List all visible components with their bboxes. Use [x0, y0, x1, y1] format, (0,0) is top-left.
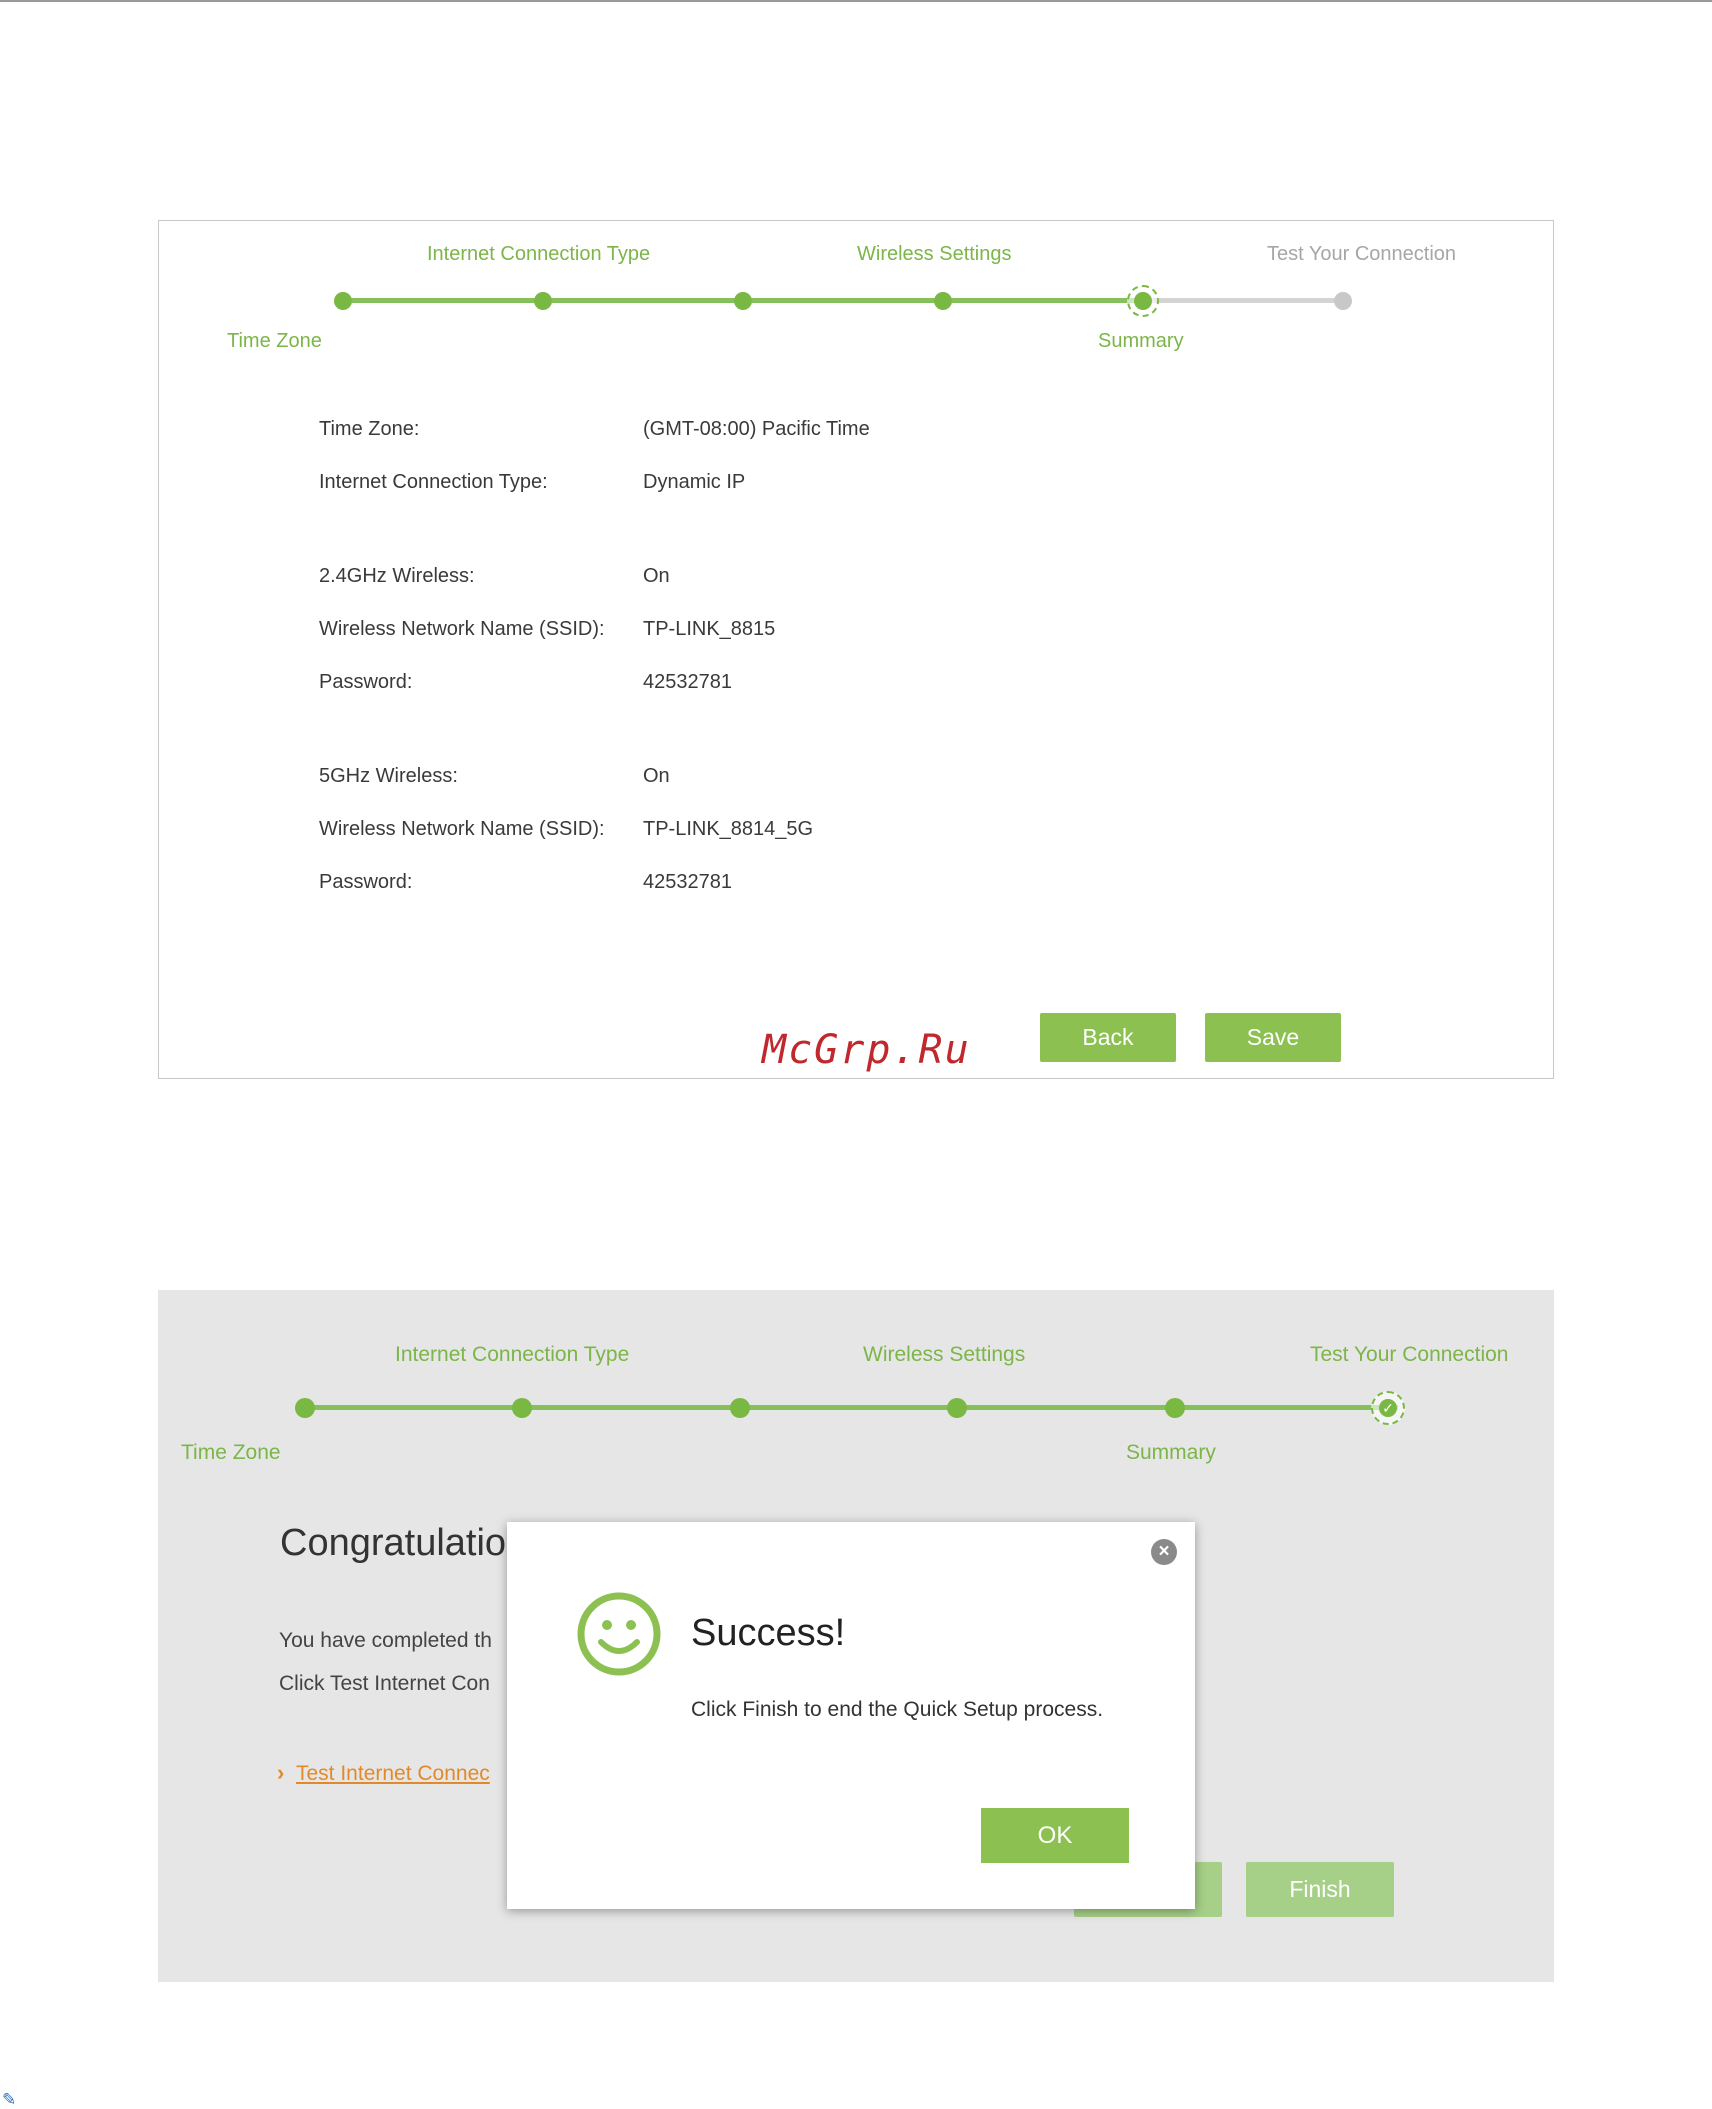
row-label-5ghz-ssid: Wireless Network Name (SSID): — [319, 818, 605, 840]
ok-button[interactable]: OK — [981, 1808, 1129, 1863]
row-label-5ghz-password: Password: — [319, 871, 413, 893]
step-label-test-your-connection: Test Your Connection — [1310, 1343, 1509, 1366]
step-label-internet-connection-type: Internet Connection Type — [395, 1343, 630, 1366]
step-label-summary: Summary — [1098, 330, 1184, 352]
step-label-test-your-connection: Test Your Connection — [1267, 243, 1457, 265]
check-icon: ✓ — [1382, 1400, 1394, 1416]
step-progress-remaining — [1143, 298, 1343, 303]
step-label-time-zone: Time Zone — [227, 330, 322, 352]
quick-setup-summary-panel: Internet Connection Type Wireless Settin… — [158, 220, 1554, 1079]
close-icon[interactable]: × — [1151, 1539, 1177, 1565]
step-dot-internet-connection-type[interactable] — [534, 292, 552, 310]
step-dot-intermediate[interactable] — [734, 292, 752, 310]
step-dot-summary[interactable] — [1165, 1398, 1185, 1418]
row-label-24ghz-ssid: Wireless Network Name (SSID): — [319, 618, 605, 640]
step-label-summary: Summary — [1126, 1441, 1216, 1464]
chevron-right-icon: › — [277, 1760, 285, 1785]
row-value-24ghz-wireless: On — [643, 565, 670, 587]
row-label-connection-type: Internet Connection Type: — [319, 471, 548, 493]
step-label-wireless-settings: Wireless Settings — [863, 1343, 1026, 1366]
step-label-internet-connection-type: Internet Connection Type — [427, 243, 651, 265]
step-label-time-zone: Time Zone — [181, 1441, 281, 1464]
finish-button[interactable]: Finish — [1246, 1862, 1394, 1917]
row-value-5ghz-password: 42532781 — [643, 871, 732, 893]
test-internet-connection-link[interactable]: Test Internet Connec — [296, 1762, 490, 1786]
row-value-5ghz-wireless: On — [643, 765, 670, 787]
back-button[interactable]: Back — [1040, 1013, 1176, 1062]
row-value-24ghz-ssid: TP-LINK_8815 — [643, 618, 776, 640]
step-dot-internet-connection-type[interactable] — [512, 1398, 532, 1418]
congratulations-heading: Congratulatio — [280, 1522, 507, 1564]
row-value-connection-type: Dynamic IP — [643, 471, 746, 493]
dialog-message: Click Finish to end the Quick Setup proc… — [691, 1698, 1104, 1721]
row-value-time-zone: (GMT-08:00) Pacific Time — [643, 418, 870, 440]
page-top-rule — [0, 0, 1712, 2]
instruction-text: Click Test Internet Con — [279, 1672, 490, 1695]
row-label-5ghz-wireless: 5GHz Wireless: — [319, 765, 458, 787]
watermark-text: McGrp.Ru — [762, 1027, 971, 1073]
step-dot-time-zone[interactable] — [334, 292, 352, 310]
step-progress-completed — [304, 1405, 1398, 1410]
success-dialog: × Success! Click Finish to end the Quick… — [507, 1522, 1195, 1909]
completion-text: You have completed th — [279, 1629, 492, 1652]
step-dot-intermediate[interactable] — [730, 1398, 750, 1418]
row-label-24ghz-wireless: 2.4GHz Wireless: — [319, 565, 475, 587]
row-label-time-zone: Time Zone: — [319, 418, 420, 440]
row-value-5ghz-ssid: TP-LINK_8814_5G — [643, 818, 814, 840]
step-dot-wireless-settings[interactable] — [947, 1398, 967, 1418]
step-current-summary — [1127, 285, 1159, 317]
step-dot-time-zone[interactable] — [295, 1398, 315, 1418]
dialog-title: Success! — [691, 1612, 846, 1654]
smiley-icon — [577, 1592, 661, 1676]
step-current-test-connection: ✓ — [1371, 1391, 1405, 1425]
row-label-24ghz-password: Password: — [319, 671, 413, 693]
step-label-wireless-settings: Wireless Settings — [857, 243, 1012, 265]
row-value-24ghz-password: 42532781 — [643, 671, 732, 693]
step-dot-wireless-settings[interactable] — [934, 292, 952, 310]
step-dot-test-your-connection — [1334, 292, 1352, 310]
save-button[interactable]: Save — [1205, 1013, 1341, 1062]
paperclip-icon: ✎ — [2, 2090, 17, 2109]
